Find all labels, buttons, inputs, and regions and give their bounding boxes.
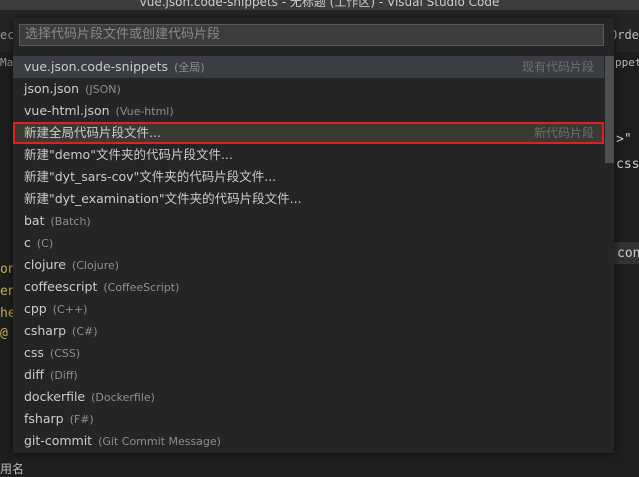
list-item[interactable]: diff (Diff)	[13, 364, 604, 386]
list-item[interactable]: json.json (JSON)	[13, 78, 604, 100]
snippet-quick-pick[interactable]: 选择代码片段文件或创建代码片段 vue.json.code-snippets (全…	[13, 18, 614, 453]
item-description: (Diff)	[50, 369, 78, 382]
bg-tab-right: Order	[610, 28, 639, 42]
item-label: csharp	[24, 323, 67, 338]
item-label: vue-html.json	[24, 103, 110, 118]
item-label: 新建全局代码片段文件...	[24, 125, 161, 140]
new-global-snippet-item[interactable]: 新建全局代码片段文件... 新代码片段	[13, 122, 604, 144]
list-item[interactable]: cpp (C++)	[13, 298, 604, 320]
item-label: c	[24, 235, 31, 250]
item-description: (C#)	[72, 325, 98, 338]
window-titlebar: vue.json.code-snippets - 无标题 (工作区) - Vis…	[0, 0, 639, 10]
list-item[interactable]: fsharp (F#)	[13, 408, 604, 430]
item-description: (C)	[36, 237, 54, 250]
bg-code-line1: >"	[616, 132, 632, 147]
list-scrollbar[interactable]	[605, 56, 614, 163]
item-label: json.json	[24, 81, 80, 96]
item-description: (JSON)	[85, 83, 121, 96]
list-item[interactable]: vue.json.code-snippets (全局) 现有代码片段	[13, 56, 604, 78]
item-label: bat	[24, 213, 45, 228]
list-item[interactable]: csharp (C#)	[13, 320, 604, 342]
bg-bottom-left: 用名	[0, 462, 25, 476]
separator-label-existing: 现有代码片段	[521, 60, 594, 74]
bg-crumb-right: ppet	[615, 56, 639, 69]
bg-code-left-4: @	[0, 326, 8, 341]
item-description: (Clojure)	[71, 259, 120, 272]
item-label: cpp	[24, 301, 47, 316]
item-description: (CSS)	[49, 347, 81, 360]
list-item[interactable]: 新建"demo"文件夹的代码片段文件...	[13, 144, 604, 166]
item-label: git-commit	[24, 433, 93, 448]
separator-label-new: 新代码片段	[533, 126, 594, 140]
bg-code-line3: con	[617, 246, 639, 261]
item-label: css	[24, 345, 44, 360]
item-label: coffeescript	[24, 279, 98, 294]
item-description: (C++)	[52, 303, 88, 316]
list-item[interactable]: git-commit (Git Commit Message)	[13, 430, 604, 452]
item-description: (F#)	[69, 413, 94, 426]
snippet-search-input[interactable]: 选择代码片段文件或创建代码片段	[19, 24, 604, 46]
item-label: fsharp	[24, 411, 64, 426]
list-item[interactable]: bat (Batch)	[13, 210, 604, 232]
snippet-list: vue.json.code-snippets (全局) 现有代码片段 json.j…	[13, 56, 604, 452]
item-label: 新建"demo"文件夹的代码片段文件...	[24, 147, 233, 162]
list-item[interactable]: 新建"dyt_sars-cov"文件夹的代码片段文件...	[13, 166, 604, 188]
item-label: diff	[24, 367, 45, 382]
list-item[interactable]: 新建"dyt_examination"文件夹的代码片段文件...	[13, 188, 604, 210]
item-label: clojure	[24, 257, 66, 272]
list-item[interactable]: clojure (Clojure)	[13, 254, 604, 276]
item-label: 新建"dyt_examination"文件夹的代码片段文件...	[24, 191, 302, 206]
item-description: (Batch)	[50, 215, 91, 228]
item-label: 新建"dyt_sars-cov"文件夹的代码片段文件...	[24, 169, 277, 184]
item-label: vue.json.code-snippets	[24, 59, 169, 74]
item-label: dockerfile	[24, 389, 86, 404]
list-item[interactable]: vue-html.json (Vue-html)	[13, 100, 604, 122]
window-title: vue.json.code-snippets - 无标题 (工作区) - Vis…	[139, 0, 500, 9]
list-item[interactable]: c (C)	[13, 232, 604, 254]
item-description: (Git Commit Message)	[98, 435, 221, 448]
item-description: (CoffeeScript)	[103, 281, 180, 294]
bg-crumb-left: Ma	[0, 56, 14, 69]
list-item[interactable]: dockerfile (Dockerfile)	[13, 386, 604, 408]
item-description: (Vue-html)	[115, 105, 174, 118]
item-description: (全局)	[174, 61, 205, 74]
list-item[interactable]: coffeescript (CoffeeScript)	[13, 276, 604, 298]
bg-code-line2: css	[616, 157, 639, 172]
list-item[interactable]: css (CSS)	[13, 342, 604, 364]
item-description: (Dockerfile)	[91, 391, 155, 404]
